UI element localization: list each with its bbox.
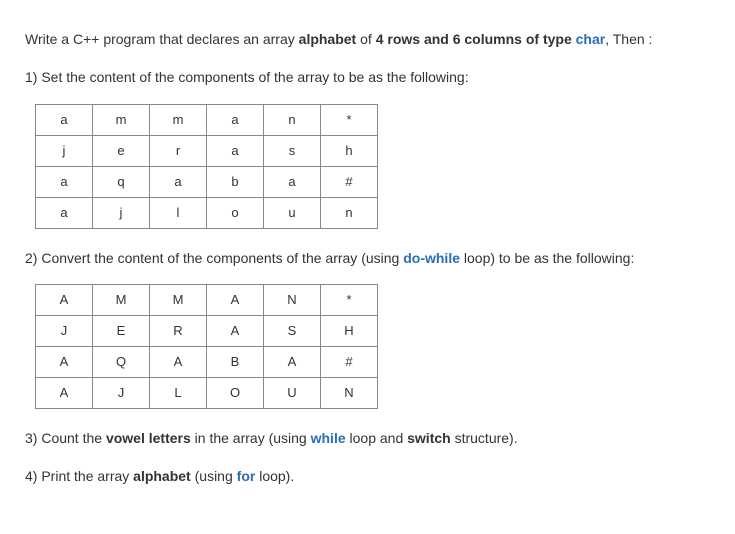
question-1: 1) Set the content of the components of …	[25, 66, 710, 90]
do-while-keyword: do-while	[403, 250, 460, 266]
cell: a	[207, 135, 264, 166]
cell: o	[207, 197, 264, 228]
table-row: j e r a s h	[36, 135, 378, 166]
cell: Q	[93, 347, 150, 378]
cell: A	[36, 378, 93, 409]
cell: l	[150, 197, 207, 228]
cell: A	[207, 285, 264, 316]
cell: U	[264, 378, 321, 409]
cell: L	[150, 378, 207, 409]
cell: e	[93, 135, 150, 166]
intro-prefix: Write a C++ program that declares an arr…	[25, 31, 299, 47]
cell: *	[321, 285, 378, 316]
cell: m	[93, 104, 150, 135]
for-keyword: for	[237, 468, 256, 484]
cell: R	[150, 316, 207, 347]
cell: J	[93, 378, 150, 409]
cell: s	[264, 135, 321, 166]
intro-mid: of	[356, 31, 375, 47]
table-1: a m m a n * j e r a s h a q a b a # a j …	[35, 104, 378, 229]
q3-prefix: 3) Count the	[25, 430, 106, 446]
cell: a	[36, 104, 93, 135]
cell: n	[321, 197, 378, 228]
cell: q	[93, 166, 150, 197]
q4-mid: (using	[191, 468, 237, 484]
char-keyword: char	[576, 31, 606, 47]
cell: A	[264, 347, 321, 378]
cell: n	[264, 104, 321, 135]
intro-array-name: alphabet	[299, 31, 357, 47]
cell: N	[264, 285, 321, 316]
table-row: a m m a n *	[36, 104, 378, 135]
cell: a	[264, 166, 321, 197]
q4-array-name: alphabet	[133, 468, 191, 484]
question-3: 3) Count the vowel letters in the array …	[25, 427, 710, 451]
intro-suffix: , Then :	[605, 31, 652, 47]
q3-suffix: structure).	[451, 430, 518, 446]
q4-prefix: 4) Print the array	[25, 468, 133, 484]
cell: a	[36, 197, 93, 228]
cell: u	[264, 197, 321, 228]
cell: h	[321, 135, 378, 166]
cell: M	[150, 285, 207, 316]
cell: A	[150, 347, 207, 378]
cell: a	[36, 166, 93, 197]
cell: B	[207, 347, 264, 378]
cell: j	[93, 197, 150, 228]
cell: A	[207, 316, 264, 347]
cell: m	[150, 104, 207, 135]
q4-suffix: loop).	[255, 468, 294, 484]
table-2: A M M A N * J E R A S H A Q A B A # A J …	[35, 284, 378, 409]
question-4: 4) Print the array alphabet (using for l…	[25, 465, 710, 489]
q2-prefix: 2) Convert the content of the components…	[25, 250, 403, 266]
cell: r	[150, 135, 207, 166]
cell: E	[93, 316, 150, 347]
table-row: a j l o u n	[36, 197, 378, 228]
cell: A	[36, 285, 93, 316]
cell: *	[321, 104, 378, 135]
cell: O	[207, 378, 264, 409]
cell: M	[93, 285, 150, 316]
intro-paragraph: Write a C++ program that declares an arr…	[25, 28, 710, 52]
while-keyword: while	[311, 430, 346, 446]
switch-keyword: switch	[407, 430, 451, 446]
cell: J	[36, 316, 93, 347]
cell: a	[150, 166, 207, 197]
cell: #	[321, 347, 378, 378]
question-2: 2) Convert the content of the components…	[25, 247, 710, 271]
cell: b	[207, 166, 264, 197]
cell: S	[264, 316, 321, 347]
q3-mid2: loop and	[346, 430, 408, 446]
cell: H	[321, 316, 378, 347]
table-row: A M M A N *	[36, 285, 378, 316]
intro-dims: 4 rows and 6 columns of type	[376, 31, 576, 47]
table-row: A J L O U N	[36, 378, 378, 409]
table-row: J E R A S H	[36, 316, 378, 347]
q3-vowels: vowel letters	[106, 430, 191, 446]
cell: A	[36, 347, 93, 378]
q2-mid: loop) to be as the following:	[460, 250, 634, 266]
cell: N	[321, 378, 378, 409]
cell: #	[321, 166, 378, 197]
table-row: A Q A B A #	[36, 347, 378, 378]
cell: a	[207, 104, 264, 135]
q3-mid1: in the array (using	[191, 430, 311, 446]
cell: j	[36, 135, 93, 166]
table-row: a q a b a #	[36, 166, 378, 197]
